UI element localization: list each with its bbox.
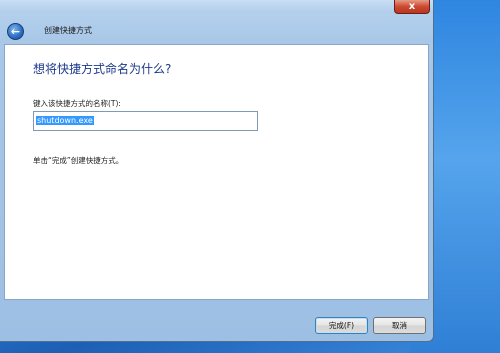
content-panel: 想将快捷方式命名为什么? 键入该快捷方式的名称(T): shutdown.exe…	[4, 44, 429, 300]
close-button[interactable]: x	[394, 0, 430, 14]
instruction-text: 单击“完成”创建快捷方式。	[33, 156, 124, 165]
page-heading: 想将快捷方式命名为什么?	[33, 62, 172, 76]
back-button[interactable]: ←	[7, 23, 24, 40]
create-shortcut-dialog: x ← 创建快捷方式 想将快捷方式命名为什么? 键入该快捷方式的名称(T): s…	[0, 0, 434, 342]
finish-button[interactable]: 完成(F)	[315, 317, 368, 334]
name-field-label: 键入该快捷方式的名称(T):	[33, 99, 121, 108]
shortcut-name-value: shutdown.exe	[36, 116, 94, 125]
shortcut-name-input[interactable]: shutdown.exe	[33, 111, 258, 131]
close-icon: x	[408, 1, 416, 12]
title-bar	[0, 0, 433, 13]
dialog-title: 创建快捷方式	[44, 26, 92, 35]
cancel-button[interactable]: 取消	[373, 317, 426, 334]
back-arrow-icon: ←	[10, 25, 21, 38]
